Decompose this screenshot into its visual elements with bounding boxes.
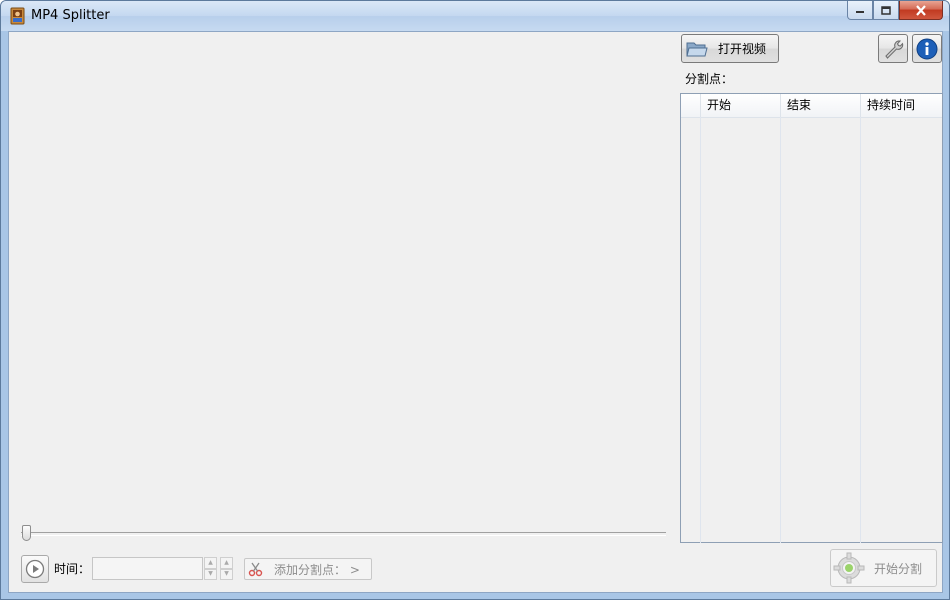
row-header-column xyxy=(681,94,701,117)
column-divider xyxy=(780,117,781,543)
open-video-label: 打开视频 xyxy=(718,42,767,56)
video-preview xyxy=(9,32,674,532)
caption-buttons xyxy=(847,1,943,21)
column-divider xyxy=(700,117,701,543)
maximize-button[interactable] xyxy=(873,1,899,20)
play-icon xyxy=(25,559,45,579)
seek-slider-thumb[interactable] xyxy=(22,525,31,541)
settings-button[interactable] xyxy=(878,34,908,63)
spin-up-icon[interactable]: ▲ xyxy=(204,557,217,569)
gear-icon xyxy=(833,552,865,584)
title-bar[interactable]: MP4 Splitter xyxy=(1,1,949,31)
seek-slider-track[interactable] xyxy=(21,532,666,536)
column-divider xyxy=(860,117,861,543)
add-split-point-label: 添加分割点： > xyxy=(274,562,360,577)
app-window: MP4 Splitter 时间： ▲ ▼ ▲ ▼ 添加分割点： > 打开视频 分… xyxy=(0,0,950,600)
start-split-button[interactable]: 开始分割 xyxy=(830,549,937,587)
table-header: 开始 结束 持续时间 xyxy=(681,94,942,118)
folder-open-icon xyxy=(686,42,708,56)
spin-down-icon[interactable]: ▼ xyxy=(204,568,217,580)
add-split-point-button[interactable]: 添加分割点： > xyxy=(244,558,372,580)
about-button[interactable] xyxy=(912,34,942,63)
hour-spinner[interactable]: ▲ ▼ xyxy=(204,557,217,580)
column-header-duration[interactable]: 持续时间 xyxy=(861,94,942,117)
close-button[interactable] xyxy=(899,1,943,20)
window-title: MP4 Splitter xyxy=(31,8,110,23)
column-header-end[interactable]: 结束 xyxy=(781,94,861,117)
app-icon xyxy=(10,7,25,25)
minimize-button[interactable] xyxy=(847,1,873,20)
close-icon xyxy=(916,4,926,16)
info-icon xyxy=(916,38,938,59)
start-split-label: 开始分割 xyxy=(874,561,923,576)
split-points-table[interactable]: 开始 结束 持续时间 xyxy=(680,93,943,543)
open-video-button[interactable]: 打开视频 xyxy=(681,34,779,63)
wrench-icon xyxy=(885,39,904,59)
play-button[interactable] xyxy=(21,555,49,583)
minimize-icon xyxy=(856,11,864,13)
spin-up-icon[interactable]: ▲ xyxy=(220,557,233,569)
time-input[interactable] xyxy=(92,557,203,580)
minute-spinner[interactable]: ▲ ▼ xyxy=(220,557,233,580)
column-header-start[interactable]: 开始 xyxy=(701,94,781,117)
client-area: 时间： ▲ ▼ ▲ ▼ 添加分割点： > 打开视频 分割点： 开始 结束 持续时… xyxy=(8,31,943,593)
maximize-icon xyxy=(881,5,891,15)
scissors-icon xyxy=(248,562,263,577)
split-points-label: 分割点： xyxy=(685,72,734,86)
spin-down-icon[interactable]: ▼ xyxy=(220,568,233,580)
time-label: 时间： xyxy=(54,562,91,576)
